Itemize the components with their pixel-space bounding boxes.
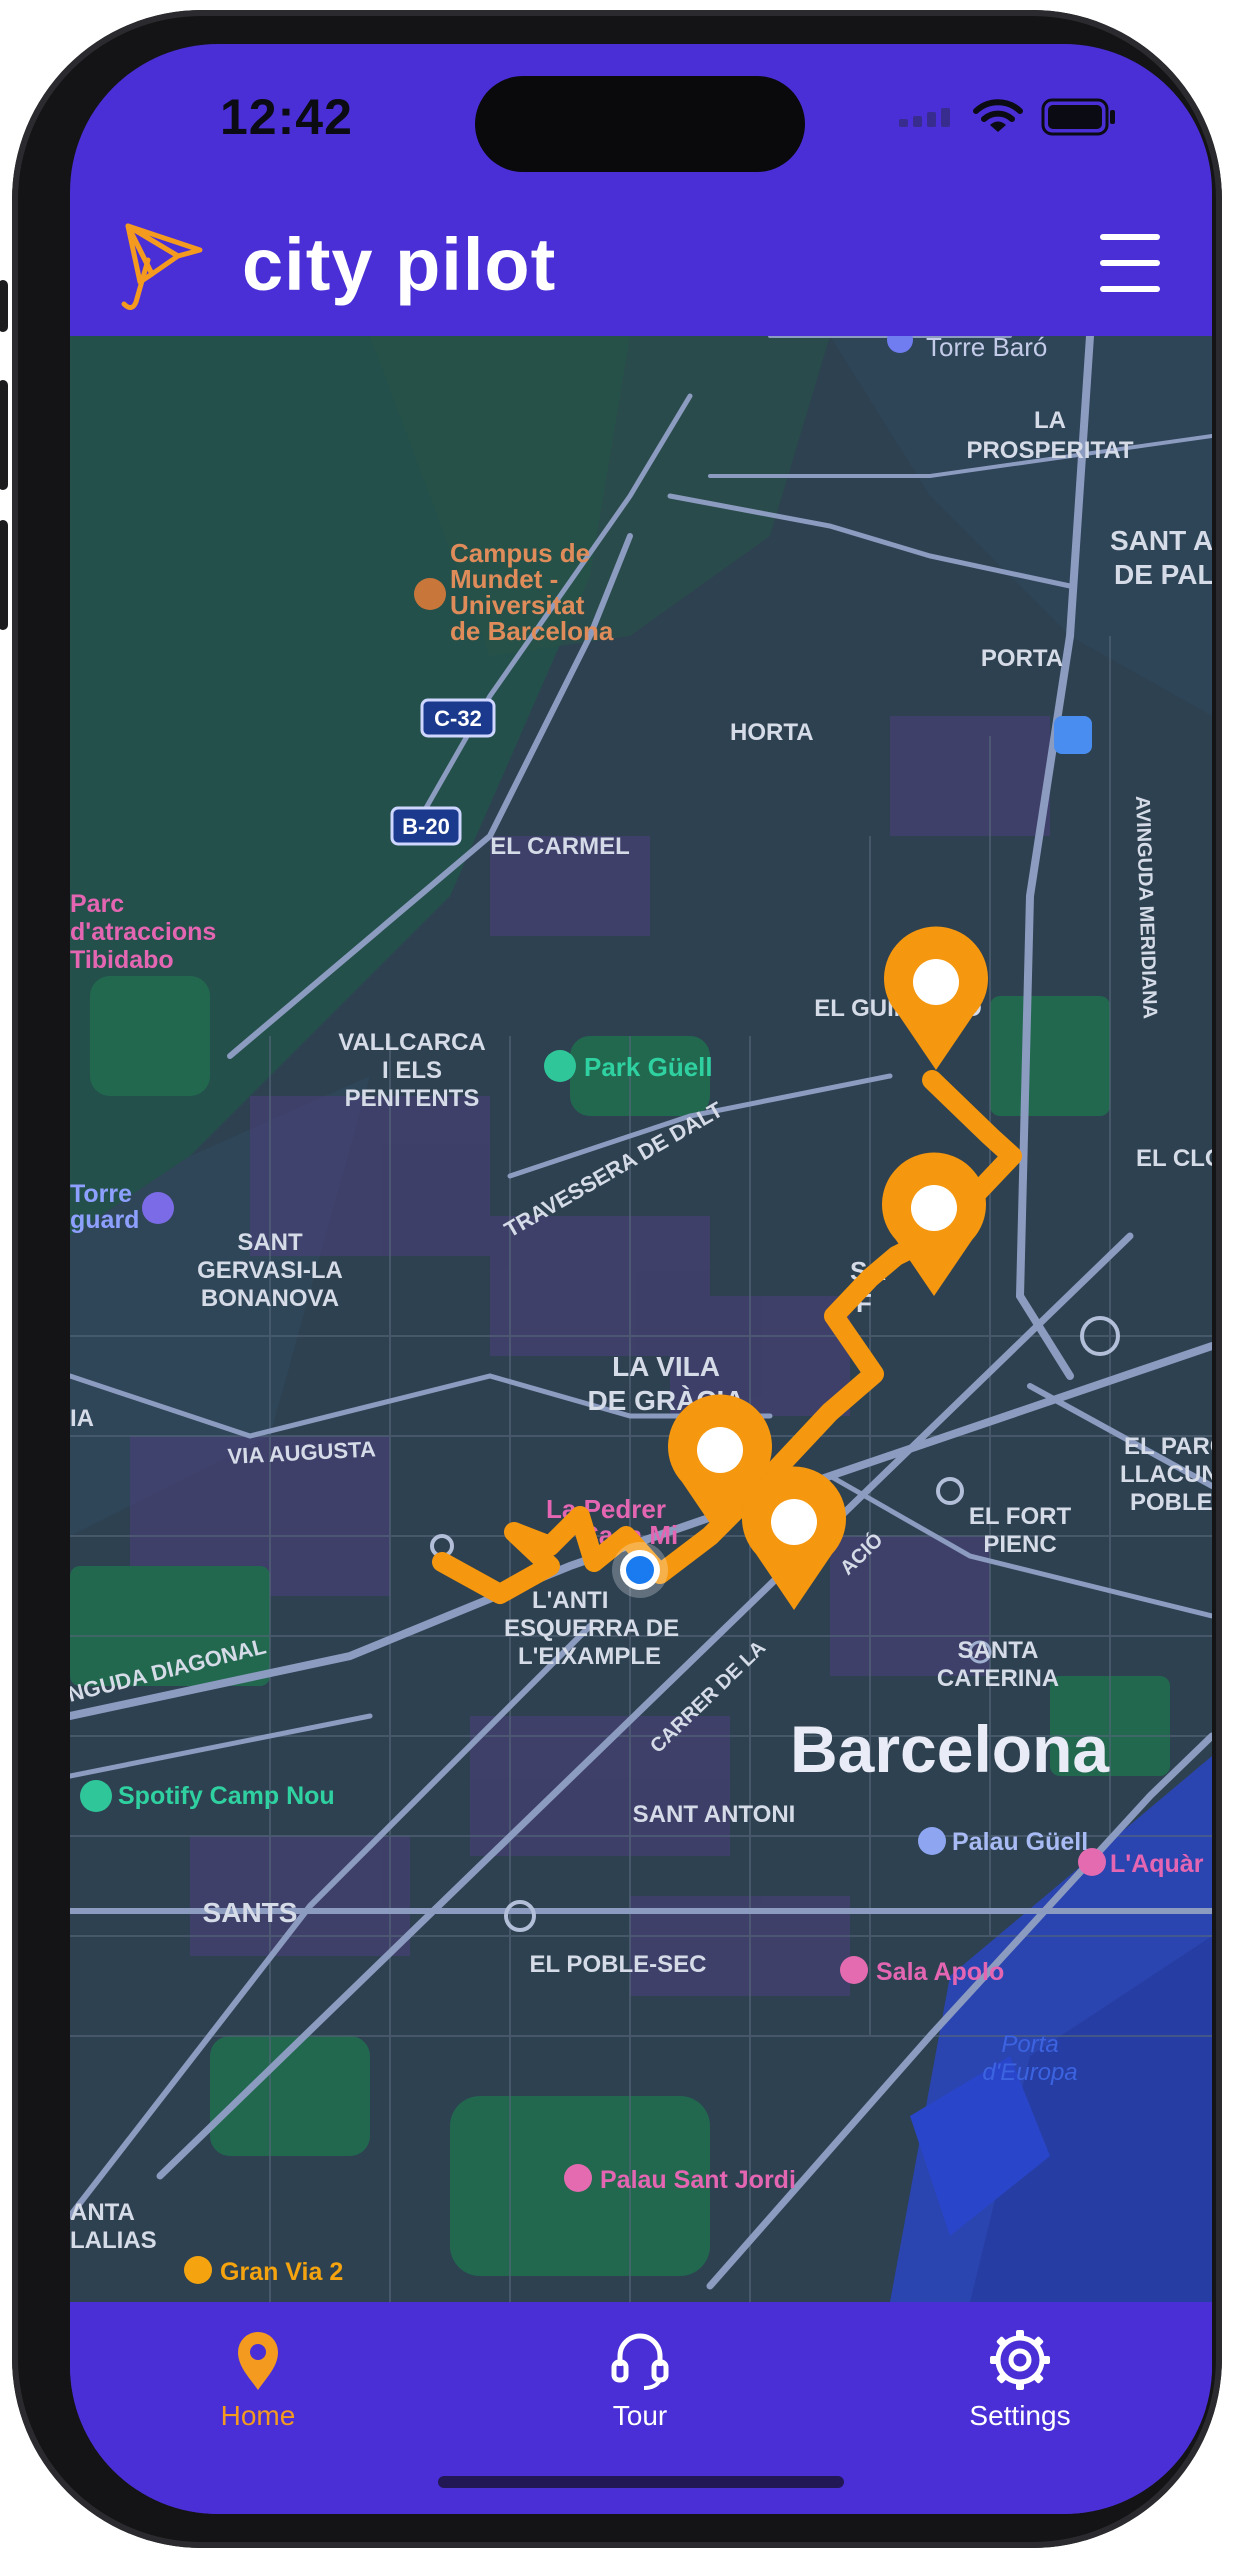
- tab-settings[interactable]: Settings: [920, 2328, 1120, 2432]
- map-label: Torre Baró: [926, 336, 1047, 362]
- volume-down-button: [0, 520, 8, 630]
- map-label: PORTA: [981, 645, 1063, 672]
- map-label: LLACUN: [1120, 1461, 1212, 1488]
- home-indicator[interactable]: [438, 2476, 844, 2488]
- map-label: L'ANTI: [532, 1587, 608, 1614]
- university-icon: [414, 578, 446, 610]
- signal-icon: [899, 108, 950, 127]
- map-label: C-32: [434, 706, 482, 731]
- map-label: VALLCARCA: [338, 1029, 486, 1056]
- map-label: L'Aquàr: [1110, 1850, 1204, 1878]
- phone-frame: 12:42 city pilot C-32 B-20 Torre Baró LA…: [0, 10, 1222, 2548]
- map-label: Spotify Camp Nou: [118, 1782, 335, 1810]
- map-label: I ELS: [382, 1057, 442, 1084]
- map-label: EL PARC: [1124, 1433, 1212, 1460]
- road-shield-c32: C-32: [420, 698, 496, 738]
- map-label: Gran Via 2: [220, 2258, 343, 2286]
- palace-icon: [918, 1827, 946, 1855]
- volume-up-button: [0, 380, 8, 490]
- map-view[interactable]: C-32 B-20 Torre Baró LA PROSPERITAT SANT…: [70, 336, 1212, 2302]
- map-label: Park Güell: [584, 1052, 713, 1082]
- map-label: PIENC: [983, 1531, 1056, 1558]
- map-label: guard: [70, 1206, 139, 1234]
- train-station-icon: [1054, 716, 1092, 754]
- map-label: SANTA: [958, 1637, 1039, 1664]
- road-shield-b20: B-20: [390, 806, 462, 846]
- status-bar: 12:42: [70, 44, 1212, 194]
- app-title: city pilot: [242, 223, 557, 306]
- user-location-dot: [612, 1542, 668, 1598]
- status-time: 12:42: [220, 89, 353, 145]
- map-label: de Barcelona: [450, 616, 614, 646]
- map-label: BONANOVA: [201, 1285, 339, 1312]
- map-label: d'Europa: [982, 2059, 1077, 2086]
- map-label: SANT ANTONI: [633, 1801, 796, 1828]
- map-label: EL CLO: [1136, 1145, 1212, 1172]
- map-label: HORTA: [730, 719, 814, 746]
- map-label: LALIAS: [70, 2227, 157, 2254]
- map-label: SANTS: [203, 1897, 298, 1928]
- map-label: EL POBLE-SEC: [530, 1951, 707, 1978]
- location-pin-icon: [238, 2332, 278, 2390]
- shopping-icon: [184, 2256, 212, 2284]
- map-label: B-20: [402, 814, 450, 839]
- tab-label: Home: [220, 2400, 296, 2431]
- tab-tour[interactable]: Tour: [540, 2328, 740, 2432]
- silent-switch: [0, 280, 8, 332]
- map-label: Palau Güell: [952, 1828, 1088, 1856]
- stadium-icon: [80, 1780, 112, 1812]
- app-header: city pilot: [70, 194, 1212, 336]
- map-label: ESQUERRA DE: [504, 1615, 679, 1642]
- tab-label: Settings: [969, 2400, 1071, 2431]
- map-label: d'atraccions: [70, 918, 216, 946]
- map-label: Porta: [1001, 2031, 1058, 2058]
- status-icons: [899, 98, 1117, 136]
- map-label: SANT A: [1110, 525, 1212, 556]
- map-label: Tibidabo: [70, 946, 174, 974]
- map-label: SANT: [237, 1229, 303, 1256]
- map-label: Torre: [70, 1180, 132, 1208]
- screen: 12:42 city pilot C-32 B-20 Torre Baró LA…: [70, 44, 1212, 2514]
- map-label: Parc: [70, 890, 124, 918]
- wifi-icon: [973, 99, 1023, 132]
- map-label: IA: [70, 1405, 94, 1432]
- gear-icon: [990, 2330, 1050, 2390]
- tab-label: Tour: [612, 2400, 668, 2431]
- map-label: Barcelona: [790, 1712, 1110, 1786]
- map-canvas: C-32 B-20 Torre Baró LA PROSPERITAT SANT…: [70, 336, 1212, 2302]
- map-label: LA VILA: [612, 1351, 720, 1382]
- menu-line: [1100, 286, 1160, 292]
- map-label: POBLE: [1130, 1489, 1212, 1516]
- dynamic-island: [475, 76, 805, 172]
- map-label: L'EIXAMPLE: [518, 1643, 661, 1670]
- map-label: Palau Sant Jordi: [600, 2166, 796, 2194]
- map-label: Sala Apolo: [876, 1958, 1004, 1986]
- hamburger-menu-button[interactable]: [1100, 234, 1160, 298]
- map-label: EL FORT: [969, 1503, 1072, 1530]
- umbrella-logo-icon: [121, 223, 203, 310]
- map-label: CATERINA: [937, 1665, 1059, 1692]
- landmark-star-icon: [142, 1192, 174, 1224]
- map-label: PROSPERITAT: [966, 437, 1133, 464]
- map-label: LA: [1034, 407, 1066, 434]
- menu-line: [1100, 234, 1160, 240]
- arena-icon: [564, 2164, 592, 2192]
- menu-line: [1100, 260, 1160, 266]
- map-label: EL CARMEL: [490, 833, 630, 860]
- map-label: ANTA: [70, 2199, 135, 2226]
- map-label: DE PAL: [1114, 559, 1212, 590]
- map-label: PENITENTS: [345, 1085, 480, 1112]
- tab-home[interactable]: Home: [158, 2328, 358, 2432]
- music-venue-icon: [840, 1956, 868, 1984]
- park-icon: [544, 1050, 576, 1082]
- map-label: GERVASI-LA: [197, 1257, 343, 1284]
- battery-icon: [1041, 98, 1115, 136]
- headset-icon: [611, 2333, 669, 2390]
